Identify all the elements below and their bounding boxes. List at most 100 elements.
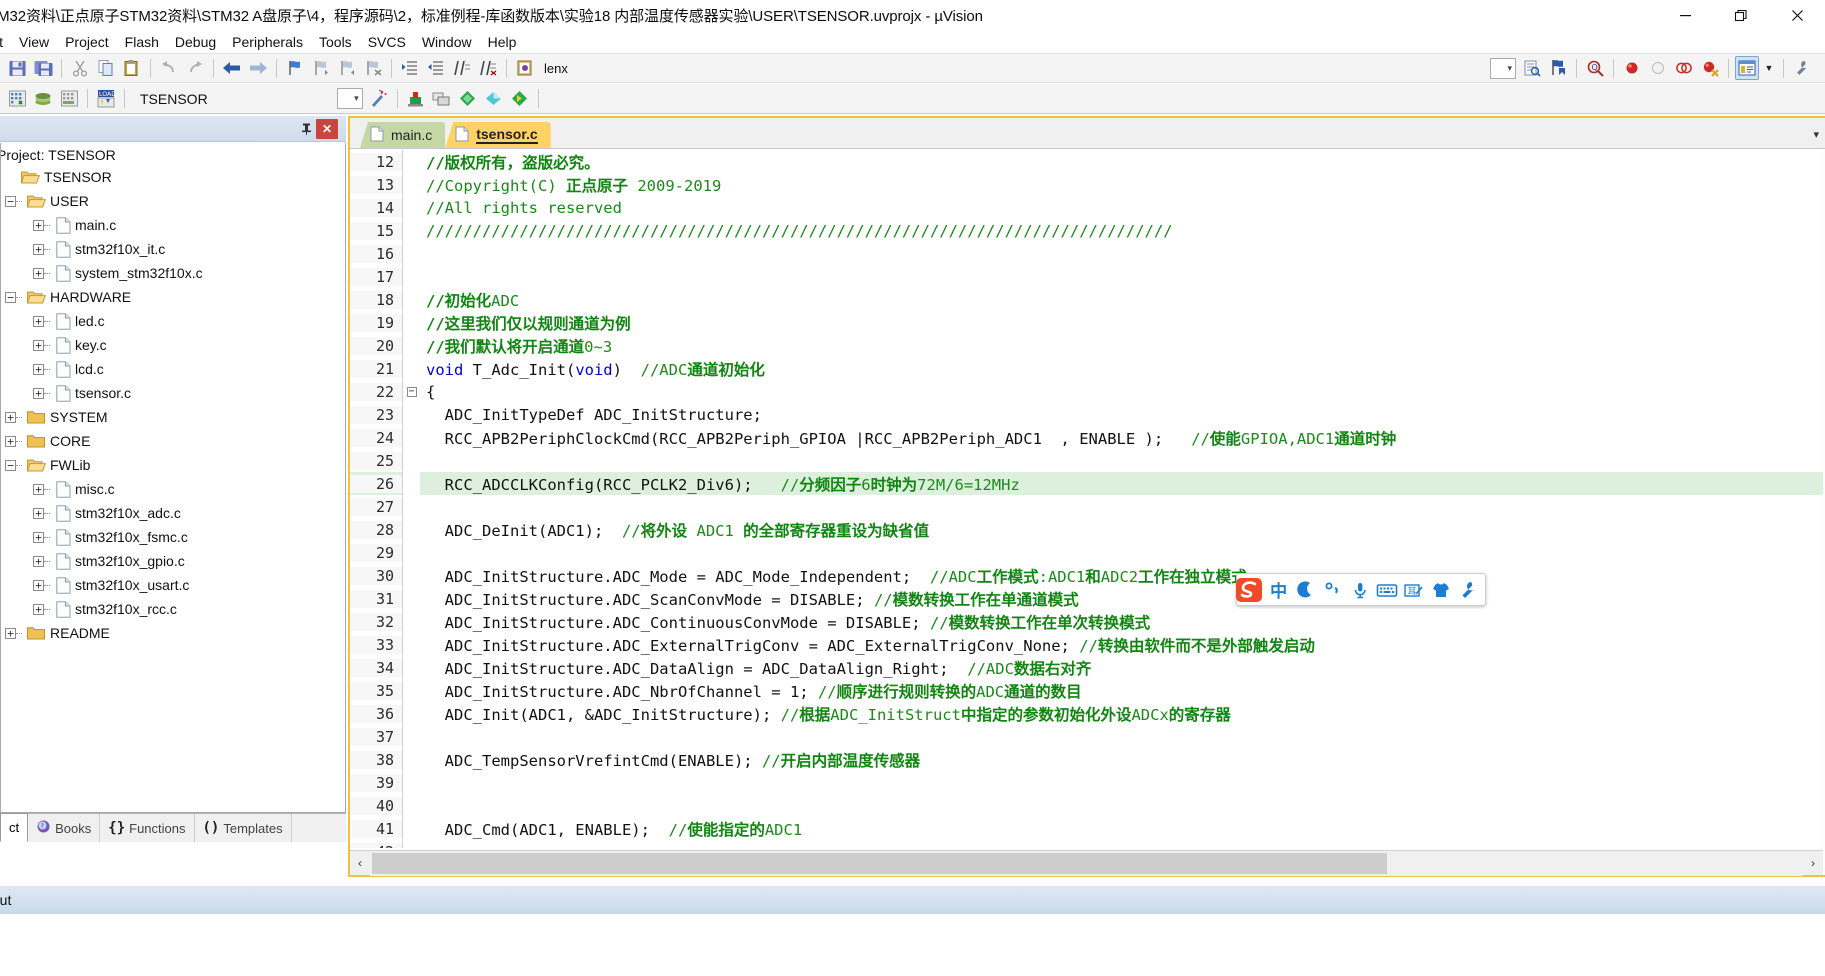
uncomment-icon[interactable]: [476, 56, 500, 80]
fold-column[interactable]: [402, 150, 420, 173]
fold-column[interactable]: [402, 196, 420, 219]
fold-column[interactable]: [402, 748, 420, 771]
sogou-logo-icon[interactable]: [1234, 575, 1264, 605]
code-line[interactable]: 35 ADC_InitStructure.ADC_NbrOfChannel = …: [350, 679, 1823, 702]
tree-expander[interactable]: +: [5, 436, 16, 447]
save-all-icon[interactable]: [31, 56, 55, 80]
tree-node[interactable]: +tsensor.c: [1, 381, 345, 405]
menu-item-view[interactable]: View: [11, 32, 57, 52]
fold-column[interactable]: [402, 587, 420, 610]
tree-node[interactable]: +lcd.c: [1, 357, 345, 381]
code-line[interactable]: 40: [350, 794, 1823, 817]
skin-icon[interactable]: [1429, 577, 1454, 603]
code-line[interactable]: 25: [350, 449, 1823, 472]
code-line[interactable]: 14//All rights reserved: [350, 196, 1823, 219]
tree-expander[interactable]: +: [33, 316, 44, 327]
find-icon[interactable]: Q: [1583, 56, 1607, 80]
code-line[interactable]: 33 ADC_InitStructure.ADC_ExternalTrigCon…: [350, 633, 1823, 656]
fold-column[interactable]: [402, 679, 420, 702]
disable-breakpoint-icon[interactable]: [1646, 56, 1670, 80]
tree-node[interactable]: +stm32f10x_adc.c: [1, 501, 345, 525]
tab-templates[interactable]: () Templates: [195, 814, 292, 842]
insert-breakpoint-icon[interactable]: [1620, 56, 1644, 80]
navigate-back-icon[interactable]: [220, 56, 244, 80]
tree-expander[interactable]: +: [33, 244, 44, 255]
fold-column[interactable]: [402, 610, 420, 633]
code-line[interactable]: 12//版权所有，盗版必究。: [350, 150, 1823, 173]
menu-item-peripherals[interactable]: Peripherals: [224, 32, 311, 52]
tree-node[interactable]: +stm32f10x_it.c: [1, 237, 345, 261]
redo-icon[interactable]: [183, 56, 207, 80]
tree-node[interactable]: +stm32f10x_fsmc.c: [1, 525, 345, 549]
restore-button[interactable]: [1713, 0, 1769, 31]
fold-column[interactable]: [402, 288, 420, 311]
tree-node[interactable]: +README: [1, 621, 345, 645]
close-button[interactable]: [1769, 0, 1825, 31]
ime-language-mode-button[interactable]: 中: [1266, 577, 1291, 603]
navigate-forward-icon[interactable]: [246, 56, 270, 80]
tree-node[interactable]: −FWLib: [1, 453, 345, 477]
tree-expander[interactable]: +: [33, 340, 44, 351]
fold-column[interactable]: [402, 449, 420, 472]
code-line[interactable]: 27: [350, 495, 1823, 518]
fold-column[interactable]: [402, 219, 420, 242]
fold-column[interactable]: [402, 794, 420, 817]
fold-column[interactable]: [402, 265, 420, 288]
menu-item-help[interactable]: Help: [480, 32, 525, 52]
insert-file-icon[interactable]: [513, 56, 537, 80]
menu-item-project[interactable]: Project: [57, 32, 117, 52]
tree-expander[interactable]: +: [33, 508, 44, 519]
fold-column[interactable]: −: [402, 380, 420, 403]
code-line[interactable]: 37: [350, 725, 1823, 748]
tree-expander[interactable]: +: [33, 532, 44, 543]
code-line[interactable]: 38 ADC_TempSensorVrefintCmd(ENABLE); //开…: [350, 748, 1823, 771]
fold-toggle-icon[interactable]: −: [407, 387, 417, 397]
tree-expander[interactable]: +: [5, 412, 16, 423]
paste-icon[interactable]: [120, 56, 144, 80]
tree-node[interactable]: +misc.c: [1, 477, 345, 501]
tab-project[interactable]: ct: [0, 813, 28, 842]
bookmark-next-icon[interactable]: [335, 56, 359, 80]
fold-column[interactable]: [402, 702, 420, 725]
code-line[interactable]: 22−{: [350, 380, 1823, 403]
editor-horizontal-scrollbar[interactable]: ‹ ›: [350, 850, 1823, 875]
tree-expander[interactable]: +: [33, 220, 44, 231]
bookmark-icon[interactable]: [1546, 56, 1570, 80]
fold-column[interactable]: [402, 311, 420, 334]
fold-column[interactable]: [402, 403, 420, 426]
microphone-icon[interactable]: [1347, 577, 1372, 603]
rebuild-icon[interactable]: [57, 87, 81, 111]
outdent-icon[interactable]: [424, 56, 448, 80]
degree-comma-icon[interactable]: [1320, 577, 1345, 603]
code-line[interactable]: 26 RCC_ADCCLKConfig(RCC_PCLK2_Div6); //分…: [350, 472, 1823, 495]
find-in-files-icon[interactable]: [1520, 56, 1544, 80]
tree-expander[interactable]: −: [5, 460, 16, 471]
handwriting-icon[interactable]: 耳: [1402, 577, 1427, 603]
bookmark-prev-icon[interactable]: [309, 56, 333, 80]
project-window-dropdown[interactable]: ▼: [1761, 56, 1777, 80]
bookmark-toggle-icon[interactable]: [283, 56, 307, 80]
tree-expander[interactable]: +: [33, 268, 44, 279]
tab-books[interactable]: ? Books: [28, 814, 100, 842]
tree-node[interactable]: +stm32f10x_gpio.c: [1, 549, 345, 573]
code-line[interactable]: 20//我们默认将开启通道0~3: [350, 334, 1823, 357]
bookmark-clear-icon[interactable]: [361, 56, 385, 80]
editor-tab-main-c[interactable]: main.c: [360, 122, 445, 148]
tree-expander[interactable]: +: [33, 604, 44, 615]
tree-expander[interactable]: +: [33, 388, 44, 399]
fold-column[interactable]: [402, 817, 420, 840]
cut-icon[interactable]: [68, 56, 92, 80]
build-icon[interactable]: [31, 87, 55, 111]
toolbox-icon[interactable]: [1456, 577, 1481, 603]
menu-item-edit[interactable]: it: [0, 32, 11, 52]
indent-icon[interactable]: [398, 56, 422, 80]
code-line[interactable]: 42: [350, 840, 1823, 848]
menu-item-flash[interactable]: Flash: [117, 32, 167, 52]
code-line[interactable]: 41 ADC_Cmd(ADC1, ENABLE); //使能指定的ADC1: [350, 817, 1823, 840]
magic-wand-icon[interactable]: [367, 87, 391, 111]
project-window-icon[interactable]: [1735, 56, 1759, 80]
code-line[interactable]: 28 ADC_DeInit(ADC1); //将外设 ADC1 的全部寄存器重设…: [350, 518, 1823, 541]
tree-expander[interactable]: −: [5, 292, 16, 303]
fold-column[interactable]: [402, 334, 420, 357]
fold-column[interactable]: [402, 725, 420, 748]
